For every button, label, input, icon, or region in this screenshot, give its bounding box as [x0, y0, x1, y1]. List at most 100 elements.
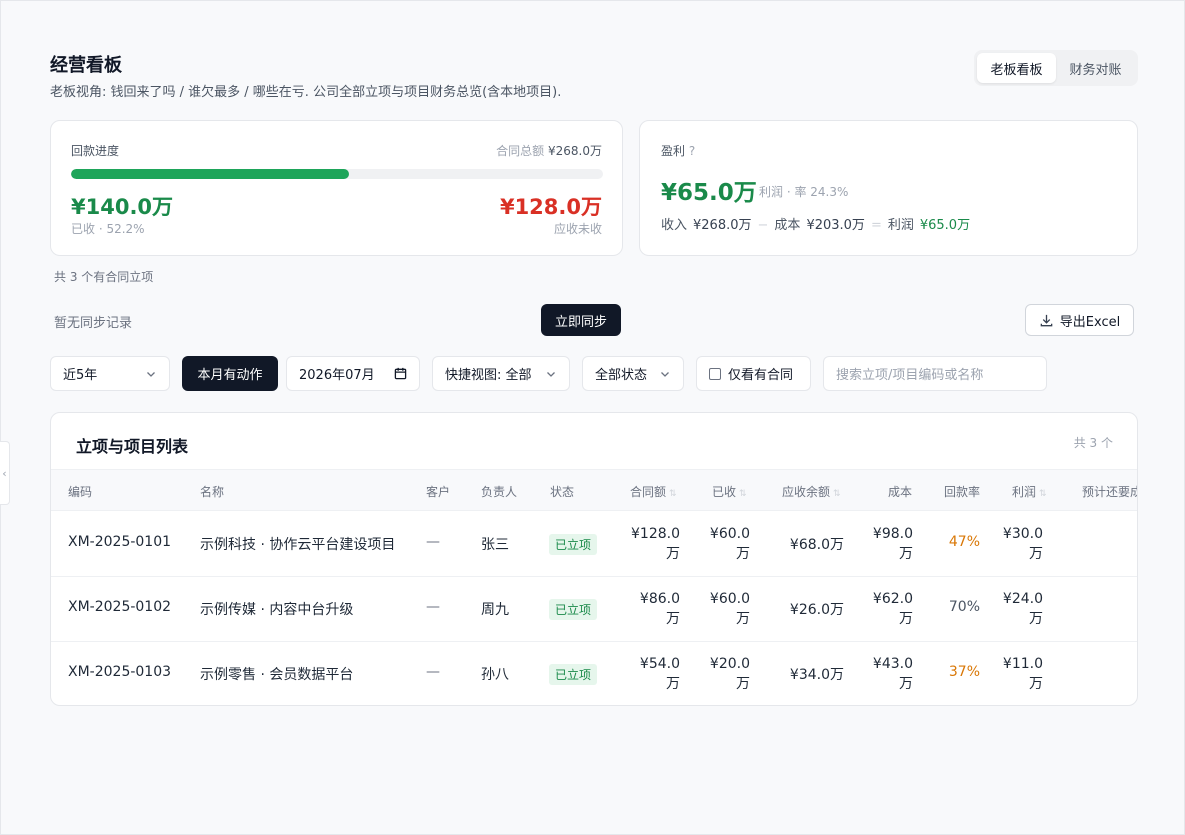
chevron-left-icon: ‹ [2, 466, 7, 480]
cell-code: XM-2025-0102 [68, 599, 172, 615]
chevron-down-icon [661, 371, 669, 377]
cell-contract-unit: 万 [666, 546, 680, 562]
equals-operator: = [870, 218, 882, 233]
table-header: 编码 名称 客户 负责人 状态 合同额 ⇅ 已收 ⇅ 应收余额 ⇅ 成本 回款率 利润… [51, 469, 1137, 511]
received-note: 已收 · 52.2% [71, 222, 145, 236]
cell-contract-unit: 万 [666, 676, 680, 692]
sync-status: 暂无同步记录 [54, 316, 133, 331]
table-total: 共 3 个 [1073, 436, 1113, 450]
status-badge: 已立项 [549, 534, 598, 555]
table-row[interactable]: XM-2025-0101 示例科技 · 协作云平台建设项目 — 张三 ¥128.0 万 ¥6… [51, 512, 1137, 577]
cell-profit-unit: 万 [1029, 611, 1043, 627]
profit-rate-note: 利润 · 率 24.3% [759, 185, 849, 199]
table-row[interactable]: XM-2025-0103 示例零售 · 会员数据平台 — 孙八 ¥54.0 万 ¥20.0 万… [51, 642, 1137, 705]
cell-contract: ¥128.0 万 [631, 524, 680, 564]
sort-icon: ⇅ [1039, 489, 1047, 499]
cell-contract-amount: ¥128.0 [631, 526, 680, 542]
quick-view-value: 快捷视图: 全部 [445, 368, 532, 383]
tab-finance-reconcile[interactable]: 财务对账 [1056, 53, 1135, 83]
export-excel-button[interactable]: 导出Excel [1025, 304, 1134, 336]
cell-owner: 孙八 [481, 667, 509, 683]
collection-progress-bar [71, 169, 603, 179]
cell-owner: 周九 [481, 602, 509, 618]
contract-total-value: ¥268.0万 [548, 144, 602, 158]
cell-name: 示例传媒 · 内容中台升级 [200, 602, 354, 618]
chevron-down-icon [547, 371, 555, 377]
cell-cost: ¥62.0 万 [873, 589, 913, 629]
contract-only-toggle[interactable]: 仅看有合同 [696, 356, 811, 391]
status-badge: 已立项 [549, 599, 598, 620]
collection-progress-card: 回款进度 合同总额 ¥268.0万 ¥140.0万 已收 · 52.2% ¥12… [50, 120, 623, 256]
collection-label: 回款进度 [71, 144, 120, 158]
month-date-input[interactable]: 2026年07月 [286, 356, 420, 391]
table-row[interactable]: XM-2025-0102 示例传媒 · 内容中台升级 — 周九 ¥86.0 万 ¥60.0 万… [51, 577, 1137, 642]
cell-balance: ¥34.0万 [789, 667, 844, 683]
profit-label-row: 盈利 ? [661, 142, 695, 159]
page-title: 经营看板 [50, 55, 122, 76]
years-select-value: 近5年 [63, 368, 98, 383]
view-switch: 老板看板 财务对账 [974, 50, 1138, 86]
column-header-contract[interactable]: 合同额 ⇅ [630, 483, 677, 500]
contract-only-checkbox[interactable] [709, 367, 721, 380]
cell-name: 示例零售 · 会员数据平台 [200, 667, 354, 683]
column-header-name: 名称 [200, 485, 225, 499]
profit-value: ¥65.0万 [661, 180, 757, 206]
cell-name: 示例科技 · 协作云平台建设项目 [200, 537, 396, 553]
profit-formula: 收入 ¥268.0万 − 成本 ¥203.0万 = 利润 ¥65.0万 [661, 214, 970, 233]
minus-operator: − [757, 218, 769, 233]
chevron-down-icon [147, 371, 155, 377]
received-amount: ¥140.0万 [71, 195, 174, 219]
contract-total: 合同总额 ¥268.0万 [496, 142, 602, 159]
cell-contract-unit: 万 [666, 611, 680, 627]
status-select-value: 全部状态 [595, 368, 648, 383]
collection-progress-fill [71, 169, 349, 179]
quick-view-select[interactable]: 快捷视图: 全部 [432, 356, 570, 391]
help-icon[interactable]: ? [689, 144, 695, 158]
contract-total-label: 合同总额 [496, 144, 545, 158]
sync-now-button[interactable]: 立即同步 [541, 304, 621, 336]
column-header-balance[interactable]: 应收余额 ⇅ [782, 483, 841, 500]
status-badge: 已立项 [549, 664, 598, 685]
column-header-code: 编码 [68, 485, 93, 499]
cell-code: XM-2025-0103 [68, 664, 172, 680]
cell-profit-amount: ¥11.0 [1002, 656, 1043, 672]
cell-profit-unit: 万 [1029, 676, 1043, 692]
cell-received: ¥60.0 万 [710, 589, 750, 629]
cell-customer: — [426, 534, 440, 550]
cell-contract-amount: ¥54.0 [639, 656, 680, 672]
cell-profit: ¥30.0 万 [1003, 524, 1043, 564]
column-header-profit[interactable]: 利润 ⇅ [1012, 483, 1047, 500]
contract-only-label: 仅看有合同 [728, 368, 794, 383]
cell-profit: ¥11.0 万 [1003, 654, 1043, 694]
cell-rate: 70% [948, 599, 980, 615]
revenue-value: ¥268.0万 [693, 218, 752, 233]
month-action-button[interactable]: 本月有动作 [182, 356, 278, 391]
month-date-value: 2026年07月 [299, 368, 375, 383]
cell-contract: ¥54.0 万 [640, 654, 680, 694]
cost-value: ¥203.0万 [806, 218, 865, 233]
sort-icon: ⇅ [833, 489, 841, 499]
cell-owner: 张三 [481, 537, 509, 553]
column-header-contract-label: 合同额 [630, 485, 667, 499]
profit-formula-label: 利润 [887, 218, 914, 233]
cell-rate: 47% [948, 534, 980, 550]
status-select[interactable]: 全部状态 [582, 356, 684, 391]
cell-received-amount: ¥60.0 [709, 591, 750, 607]
column-header-received[interactable]: 已收 ⇅ [712, 483, 747, 500]
cell-received-unit: 万 [736, 676, 750, 692]
column-header-profit-label: 利润 [1012, 485, 1037, 499]
search-input[interactable]: 搜索立项/项目编码或名称 [823, 356, 1047, 391]
cell-customer: — [426, 599, 440, 615]
sidebar-collapse-handle[interactable]: ‹ [0, 441, 10, 505]
calendar-icon[interactable] [394, 367, 407, 380]
cell-rate: 37% [948, 664, 980, 680]
project-count-note: 共 3 个有合同立项 [54, 270, 154, 284]
years-select[interactable]: 近5年 [50, 356, 170, 391]
cell-contract-amount: ¥86.0 [639, 591, 680, 607]
sort-icon: ⇅ [739, 489, 747, 499]
column-header-received-label: 已收 [712, 485, 737, 499]
search-placeholder: 搜索立项/项目编码或名称 [836, 368, 984, 383]
page-subtitle: 老板视角: 钱回来了吗 / 谁欠最多 / 哪些在亏. 公司全部立项与项目财务总览… [50, 85, 562, 100]
tab-boss-dashboard[interactable]: 老板看板 [977, 53, 1056, 83]
outstanding-note: 应收未收 [553, 222, 602, 236]
